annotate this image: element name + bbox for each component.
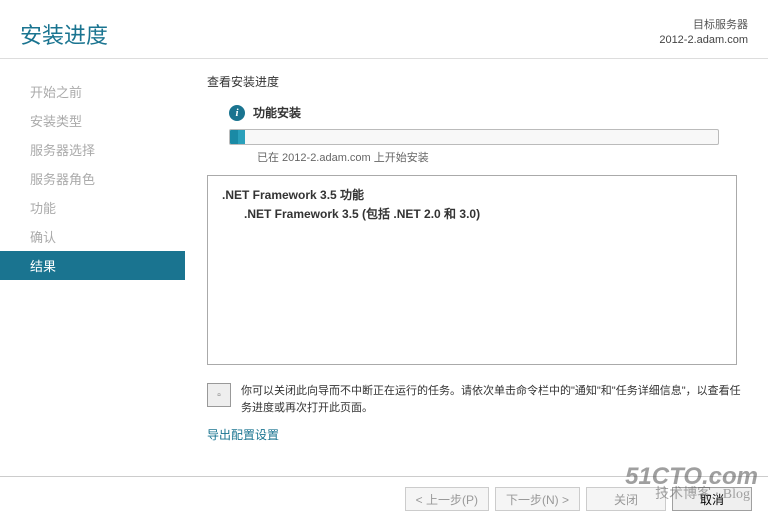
note-text: 你可以关闭此向导而不中断正在运行的任务。请依次单击命令栏中的"通知"和"任务详细… (241, 383, 748, 416)
info-row: i 功能安装 (229, 104, 748, 121)
progress-label: 已在 2012-2.adam.com 上开始安装 (257, 149, 748, 165)
note-row: ▫ 你可以关闭此向导而不中断正在运行的任务。请依次单击命令栏中的"通知"和"任务… (207, 383, 748, 416)
page-title: 安装进度 (20, 18, 108, 50)
feature-box: .NET Framework 3.5 功能 .NET Framework 3.5… (207, 175, 737, 365)
sidebar-item-features: 功能 (0, 193, 185, 222)
feature-title: .NET Framework 3.5 功能 (222, 186, 722, 203)
server-name: 2012-2.adam.com (659, 33, 748, 48)
sidebar-item-results[interactable]: 结果 (0, 251, 185, 280)
close-button: 关闭 (586, 487, 666, 511)
sidebar-item-before-start: 开始之前 (0, 77, 185, 106)
progress-bar (229, 129, 719, 145)
sidebar-item-install-type: 安装类型 (0, 106, 185, 135)
footer: < 上一步(P) 下一步(N) > 关闭 取消 (0, 476, 768, 511)
server-info: 目标服务器 2012-2.adam.com (659, 18, 748, 49)
info-text: 功能安装 (253, 104, 301, 121)
info-icon: i (229, 105, 245, 121)
content: 查看安装进度 i 功能安装 已在 2012-2.adam.com 上开始安装 .… (185, 59, 768, 459)
prev-button: < 上一步(P) (405, 487, 489, 511)
cancel-button[interactable]: 取消 (672, 487, 752, 511)
header: 安装进度 目标服务器 2012-2.adam.com (0, 0, 768, 58)
sidebar-item-server-role: 服务器角色 (0, 164, 185, 193)
sidebar: 开始之前 安装类型 服务器选择 服务器角色 功能 确认 结果 (0, 59, 185, 459)
flag-icon: ▫ (207, 383, 231, 407)
feature-subitem: .NET Framework 3.5 (包括 .NET 2.0 和 3.0) (222, 205, 722, 222)
section-label: 查看安装进度 (207, 73, 748, 90)
progress-fill (230, 130, 245, 144)
export-link[interactable]: 导出配置设置 (207, 426, 279, 443)
next-button: 下一步(N) > (495, 487, 580, 511)
sidebar-item-server-select: 服务器选择 (0, 135, 185, 164)
main: 开始之前 安装类型 服务器选择 服务器角色 功能 确认 结果 查看安装进度 i … (0, 59, 768, 459)
sidebar-item-confirm: 确认 (0, 222, 185, 251)
server-label: 目标服务器 (659, 18, 748, 33)
